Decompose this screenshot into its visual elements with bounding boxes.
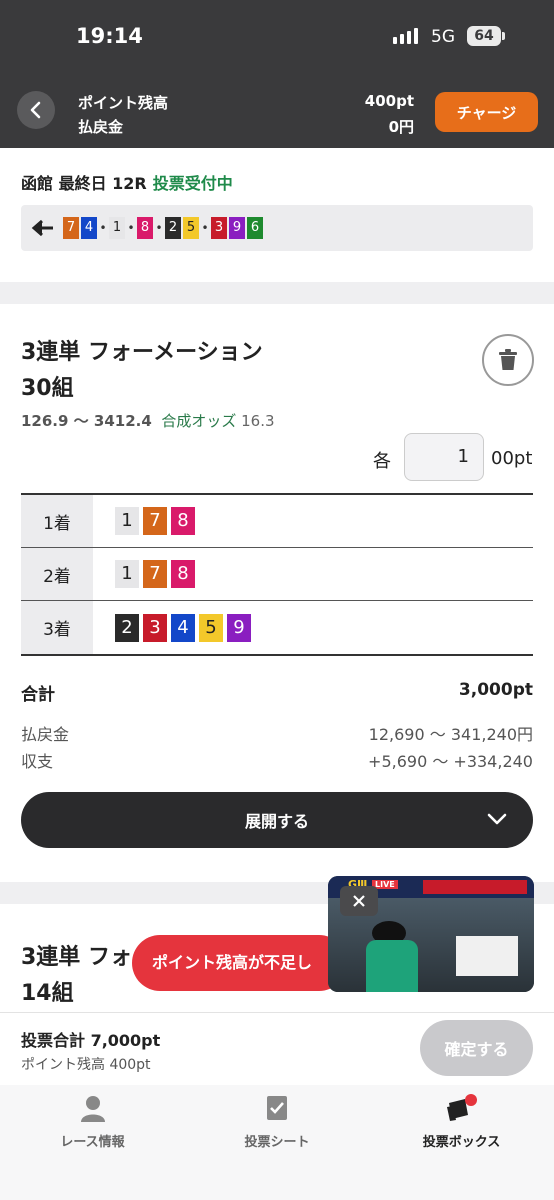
- result-separator: •: [155, 221, 163, 235]
- points-label: ポイント残高: [78, 94, 169, 112]
- unit-input[interactable]: 1: [404, 433, 484, 481]
- bet-title: 3連単 フォーメーション 30組: [21, 335, 263, 407]
- points-value: 400pt: [364, 92, 414, 110]
- bet-count: 30組: [21, 376, 74, 401]
- video-board: [456, 936, 518, 976]
- horse-number: 4: [171, 613, 195, 642]
- nav-bet-sheet[interactable]: 投票シート: [185, 1085, 369, 1200]
- result-number: 7: [63, 217, 79, 239]
- sheet-icon: [267, 1096, 287, 1120]
- confirm-button[interactable]: 確定する: [420, 1020, 533, 1076]
- formation-row: 3着 2 3 4 5 9: [21, 601, 533, 654]
- horse-number: 5: [199, 613, 223, 642]
- formation-row: 1着 1 7 8: [21, 495, 533, 548]
- recent-results: 7 4 • 1 • 8 • 2 5 • 3 9 6: [21, 205, 533, 251]
- expand-button[interactable]: 展開する: [21, 792, 533, 848]
- balance-value: +5,690 〜 +334,240: [368, 752, 533, 771]
- combined-odds-label: 合成オッズ: [161, 412, 237, 430]
- result-number: 5: [183, 217, 199, 239]
- expand-label: 展開する: [244, 812, 309, 831]
- nav-bet-box[interactable]: 投票ボックス: [369, 1085, 554, 1200]
- result-number: 8: [137, 217, 153, 239]
- recent-chips: 7 4 • 1 • 8 • 2 5 • 3 9 6: [63, 217, 263, 239]
- network-label: 5G: [431, 27, 455, 47]
- app-header: 19:14 5G 64 ポイント残高 払戻金 400pt 0円 チャージ: [0, 0, 554, 148]
- bet2-title: 3連単 フォ 14組: [21, 940, 132, 1012]
- result-separator: •: [99, 221, 107, 235]
- result-number: 9: [229, 217, 245, 239]
- result-number: 4: [81, 217, 97, 239]
- place-label: 1着: [21, 495, 93, 547]
- horse-number: 1: [115, 507, 139, 535]
- combined-odds-value: 16.3: [241, 412, 275, 430]
- back-button[interactable]: [17, 91, 55, 129]
- total-value: 3,000pt: [458, 680, 533, 700]
- battery-icon: 64: [467, 26, 501, 46]
- horse-number: 3: [143, 613, 167, 642]
- person-icon: [80, 1096, 105, 1122]
- video-person: [366, 940, 418, 992]
- footer-total: 投票合計 7,000pt: [21, 1031, 161, 1050]
- charge-button[interactable]: チャージ: [435, 92, 538, 132]
- result-number: 2: [165, 217, 181, 239]
- nav-race-info[interactable]: レース情報: [0, 1085, 185, 1200]
- horse-number: 8: [171, 560, 195, 588]
- close-video-button[interactable]: [340, 886, 378, 916]
- place-numbers: 23459: [93, 601, 251, 654]
- place-label: 2着: [21, 548, 93, 600]
- race-status: 投票受付中: [152, 174, 233, 193]
- section-divider: [0, 282, 554, 304]
- trash-icon: [499, 349, 517, 370]
- ticket-box-icon: [446, 1094, 477, 1121]
- chevron-down-icon: [487, 813, 507, 825]
- insufficient-points-toast: ポイント残高が不足し: [132, 935, 347, 991]
- battery-tip: [502, 32, 505, 40]
- video-caption-bar: [423, 880, 527, 894]
- total-label: 合計: [21, 685, 55, 705]
- result-separator: •: [201, 221, 209, 235]
- horse-number: 8: [171, 507, 195, 535]
- live-video-player[interactable]: GⅢ LIVE: [328, 876, 534, 992]
- payout-value: 12,690 〜 341,240円: [368, 725, 533, 744]
- payout-label: 払戻金: [21, 725, 70, 744]
- delete-bet-button[interactable]: [482, 334, 534, 386]
- result-number: 3: [211, 217, 227, 239]
- result-separator: •: [127, 221, 135, 235]
- status-time: 19:14: [76, 24, 143, 48]
- bet2-count: 14組: [21, 981, 74, 1006]
- chevron-left-icon: [30, 101, 41, 119]
- nav-bet-box-label: 投票ボックス: [422, 1135, 501, 1150]
- bet-type: 3連単 フォーメーション: [21, 340, 263, 365]
- nav-bet-sheet-label: 投票シート: [244, 1135, 310, 1150]
- close-icon: [353, 895, 365, 907]
- result-number: 1: [109, 217, 125, 239]
- unit-suffix: 00pt: [491, 448, 533, 469]
- formation-table: 1着 1 7 8 2着 1 7 8 3着 2 3 4 5 9: [21, 493, 533, 656]
- result-number: 6: [247, 217, 263, 239]
- refund-value: 0円: [388, 118, 414, 136]
- place-numbers: 178: [93, 548, 195, 600]
- place-label: 3着: [21, 601, 93, 654]
- race-name: 函館 最終日 12R: [21, 174, 147, 193]
- each-label: 各: [373, 451, 391, 472]
- horse-number: 1: [115, 560, 139, 588]
- formation-row: 2着 1 7 8: [21, 548, 533, 601]
- balance-label: 収支: [21, 752, 54, 771]
- place-numbers: 178: [93, 495, 195, 547]
- horse-number: 7: [143, 560, 167, 588]
- horse-number: 7: [143, 507, 167, 535]
- refund-label: 払戻金: [78, 118, 124, 136]
- horse-number: 9: [227, 613, 251, 642]
- odds-range: 126.9 〜 3412.4: [21, 412, 152, 430]
- race-title: 函館 最終日 12R 投票受付中: [21, 170, 233, 194]
- bet2-type: 3連単 フォ: [21, 945, 132, 970]
- arrow-left-icon: [31, 219, 53, 237]
- odds-line: 126.9 〜 3412.4 合成オッズ 16.3: [21, 410, 275, 431]
- signal-icon: [393, 28, 418, 44]
- footer-balance: ポイント残高 400pt: [21, 1057, 151, 1073]
- nav-race-info-label: レース情報: [60, 1135, 125, 1150]
- horse-number: 2: [115, 613, 139, 642]
